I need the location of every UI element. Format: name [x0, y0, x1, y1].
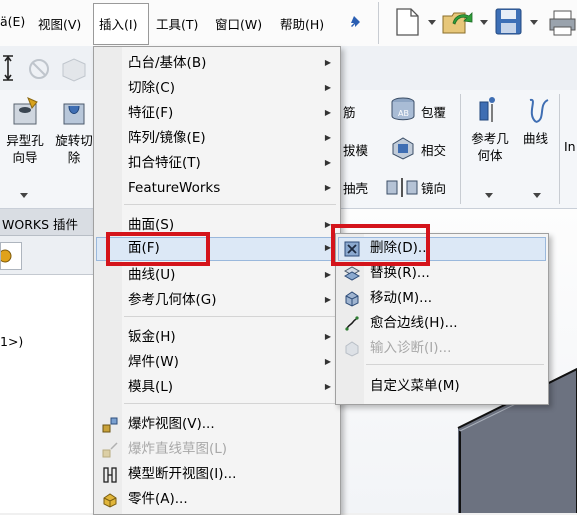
submenu-arrow-icon: ▶ [324, 357, 331, 366]
menu-item-featureworks[interactable]: FeatureWorks ▶ [94, 176, 340, 200]
menu-item-part[interactable]: 零件(A)... [94, 487, 340, 511]
reference-geometry-icon[interactable] [476, 94, 502, 124]
submenu-arrow-icon: ▶ [324, 270, 331, 279]
open-dropdown-icon[interactable] [480, 20, 488, 25]
menu-separator [366, 364, 544, 365]
revolve-cut-icon[interactable] [60, 100, 88, 128]
curves-icon[interactable] [524, 96, 552, 126]
menu-bar: ä(E) 视图(V) 插入(I) 工具(T) 窗口(W) 帮助(H) [0, 0, 577, 47]
menu-edit[interactable]: ä(E) [0, 14, 25, 29]
insert-menu: 凸台/基体(B) ▶ 切除(C) ▶ 特征(F) ▶ 阵列/镜像(E) ▶ 扣合特征(T… [93, 46, 341, 515]
submenu-item-customize-menu[interactable]: 自定义菜单(M) [336, 374, 548, 398]
addins-tab-label: WORKS 插件 [2, 217, 78, 232]
delete-highlight-box [331, 224, 430, 266]
menu-help[interactable]: 帮助(H) [280, 14, 324, 33]
submenu-arrow-icon: ▶ [324, 183, 331, 192]
submenu-arrow-icon: ▶ [324, 133, 331, 142]
menu-item-reference-geometry[interactable]: 参考几何体(G) ▶ [94, 288, 340, 312]
tree-root-text[interactable]: 1>) [0, 334, 23, 349]
mirror-icon[interactable] [385, 176, 419, 198]
svg-text:AB: AB [398, 109, 409, 118]
curves-dropdown-icon[interactable] [533, 193, 541, 198]
feature-tree-tab[interactable] [0, 242, 22, 270]
menu-separator [124, 204, 336, 205]
feature-tree-icon [0, 249, 12, 263]
menu-window[interactable]: 窗口(W) [215, 14, 262, 33]
menu-item-explode-line-sketch: 爆炸直线草图(L) [128, 441, 228, 457]
new-dropdown-icon[interactable] [428, 20, 436, 25]
menu-item-molds[interactable]: 模具(L) ▶ [94, 375, 340, 399]
submenu-arrow-icon: ▶ [324, 158, 331, 167]
hole-wizard-label: 异型孔 向导 [6, 133, 44, 165]
face-highlight-box [106, 232, 210, 266]
dimension-icon[interactable] [0, 54, 16, 82]
intersect-icon[interactable] [389, 134, 417, 160]
disabled-view-icon [62, 58, 86, 82]
reference-geometry-dropdown-icon[interactable] [485, 193, 493, 198]
submenu-arrow-icon: ▶ [324, 58, 331, 67]
instant3d-label-partial[interactable]: In [564, 138, 576, 155]
submenu-arrow-icon: ▶ [324, 83, 331, 92]
curves-label: 曲线 [523, 131, 549, 146]
reference-geometry-label: 参考几 何体 [471, 131, 509, 163]
menu-tools[interactable]: 工具(T) [156, 14, 198, 33]
mirror-label[interactable]: 镜向 [421, 180, 446, 197]
hole-wizard-icon[interactable] [10, 96, 40, 128]
menu-separator [124, 316, 336, 317]
save-icon[interactable] [494, 7, 524, 37]
addins-tab[interactable]: WORKS 插件 [0, 209, 95, 236]
submenu-item-heal-edges[interactable]: 愈合边线(H)... [336, 311, 548, 335]
menu-item-boss-base[interactable]: 凸台/基体(B) ▶ [94, 51, 340, 75]
menu-item-sheet-metal[interactable]: 钣金(H) ▶ [94, 325, 340, 349]
hole-wizard-dropdown-icon[interactable] [20, 193, 28, 198]
submenu-arrow-icon: ▶ [324, 295, 331, 304]
menu-insert[interactable]: 插入(I) [99, 14, 137, 33]
save-dropdown-icon[interactable] [530, 20, 538, 25]
menu-item-fastening-feature[interactable]: 扣合特征(T) ▶ [94, 151, 340, 175]
menu-item-model-break-view[interactable]: 模型断开视图(I)... [94, 462, 340, 486]
menu-item-cut[interactable]: 切除(C) ▶ [94, 76, 340, 100]
menu-view[interactable]: 视图(V) [38, 14, 81, 33]
revolve-cut-label: 旋转切 除 [55, 133, 93, 165]
submenu-arrow-icon: ▶ [324, 382, 331, 391]
wrap-icon[interactable]: AB [389, 96, 417, 122]
submenu-arrow-icon: ▶ [324, 332, 331, 341]
menu-item-features[interactable]: 特征(F) ▶ [94, 101, 340, 125]
print-icon[interactable] [548, 9, 577, 37]
menu-item-pattern-mirror[interactable]: 阵列/镜像(E) ▶ [94, 126, 340, 150]
wrap-label[interactable]: 包覆 [421, 104, 446, 121]
shell-label[interactable]: 抽壳 [343, 180, 368, 197]
menu-item-curve[interactable]: 曲线(U) ▶ [94, 263, 340, 287]
draft-label[interactable]: 拔模 [343, 142, 368, 159]
menu-separator [124, 403, 336, 404]
pin-icon[interactable] [349, 14, 365, 30]
feature-manager-panel: 1>) [0, 236, 95, 513]
submenu-item-import-diagnostics: 输入诊断(I)... [370, 340, 452, 356]
submenu-item-move[interactable]: 移动(M)... [336, 286, 548, 310]
menu-item-weldments[interactable]: 焊件(W) ▶ [94, 350, 340, 374]
submenu-arrow-icon: ▶ [324, 108, 331, 117]
disabled-tool-icon [29, 59, 49, 79]
open-folder-icon[interactable] [441, 7, 475, 37]
rib-label[interactable]: 筋 [343, 104, 356, 121]
new-document-icon[interactable] [394, 7, 422, 37]
menu-item-exploded-view[interactable]: 爆炸视图(V)... [94, 412, 340, 436]
intersect-label[interactable]: 相交 [421, 142, 446, 159]
